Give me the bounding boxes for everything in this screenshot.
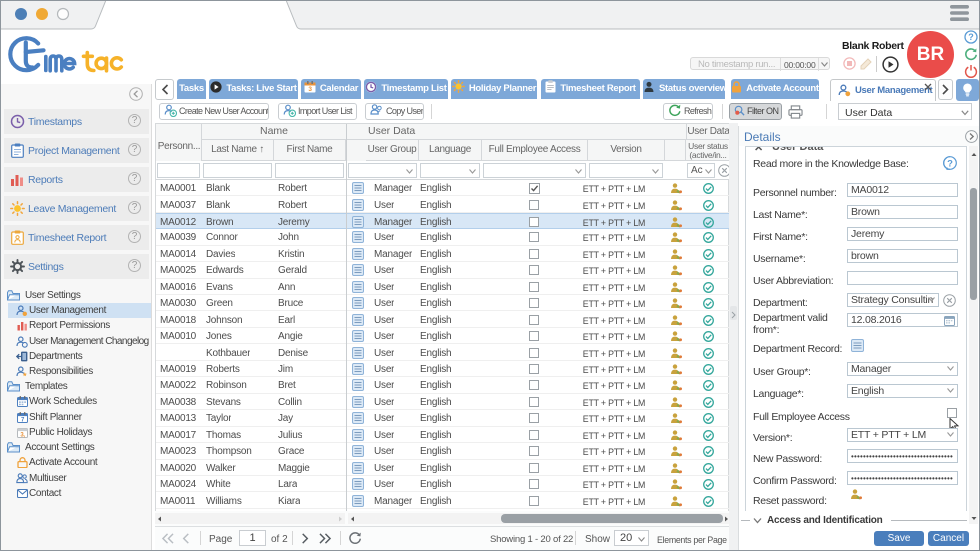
svg-text:3,: 3, xyxy=(20,432,25,438)
svg-text:?: ? xyxy=(968,32,974,42)
svg-text:?: ? xyxy=(947,158,953,169)
